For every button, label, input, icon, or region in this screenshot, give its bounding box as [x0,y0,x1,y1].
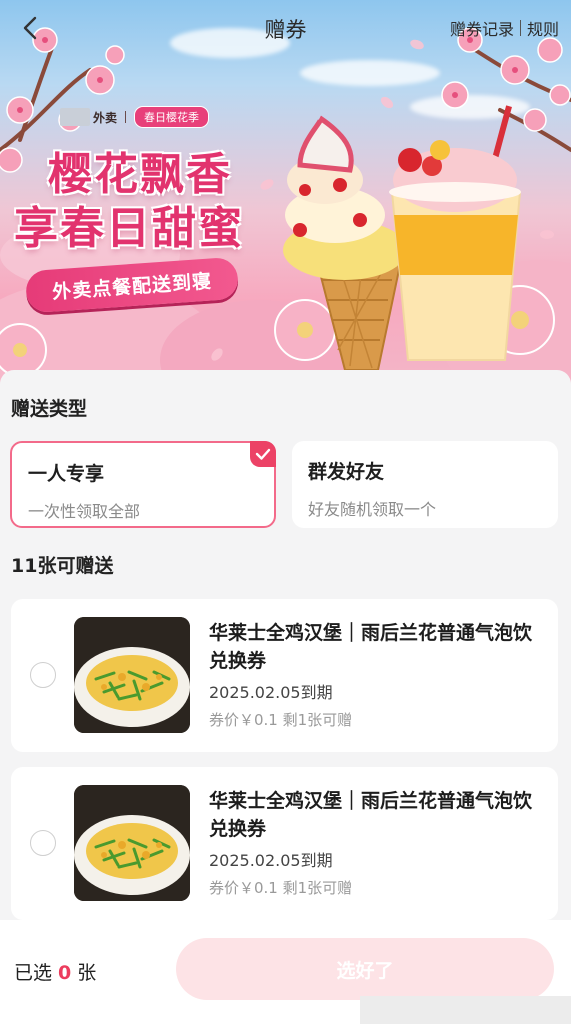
drink-cup-illustration [389,105,522,361]
coupon-radio[interactable] [30,830,56,856]
coupon-title: 华莱士全鸡汉堡｜雨后兰花普通气泡饮 兑换券 [209,790,533,840]
coupon-expiry: 2025.02.05到期 [209,851,333,870]
coupon-radio[interactable] [30,662,56,688]
nav-actions: 赠券记录 规则 [450,16,559,40]
selected-count-value: 0 [58,962,72,984]
option-name: 一人专享 [28,463,105,485]
top-nav-bar: 赠券 赠券记录 规则 [0,0,571,56]
coupon-thumbnail [74,617,190,733]
coupon-title: 华莱士全鸡汉堡｜雨后兰花普通气泡饮 兑换券 [209,622,533,672]
brand-row: 外卖 春日樱花季 [60,106,210,128]
confirm-button[interactable]: 选好了 [176,938,554,1000]
coupon-thumbnail [74,785,190,901]
selected-prefix: 已选 [14,962,53,984]
brand-logo [60,108,90,126]
divider [125,111,127,123]
selected-badge [250,441,276,467]
gift-type-option-group[interactable]: 群发好友 好友随机领取一个 [292,441,558,528]
coupon-expiry: 2025.02.05到期 [209,683,333,702]
promo-banner[interactable]: 外卖 春日樱花季 樱花飘香 享春日甜蜜 外卖点餐配送到寝 赠券 赠券记录 规则 [0,0,571,385]
coupon-meta: 券价￥0.1 剩1张可赠 [209,879,353,897]
option-desc: 一次性领取全部 [28,502,141,521]
gift-type-option-single[interactable]: 一人专享 一次性领取全部 [10,441,276,528]
selected-suffix: 张 [77,962,97,984]
coupon-item[interactable]: 华莱士全鸡汉堡｜雨后兰花普通气泡饮 兑换券 2025.02.05到期 券价￥0.… [11,599,558,752]
home-indicator [360,996,571,1024]
selected-count: 已选 0 张 [14,958,96,985]
divider [519,20,521,36]
banner-slogan-line2: 享春日甜蜜 [14,203,244,254]
available-count-title: 11张可赠送 [11,555,114,577]
brand-name: 外卖 [93,110,118,125]
coupon-item[interactable]: 华莱士全鸡汉堡｜雨后兰花普通气泡饮 兑换券 2025.02.05到期 券价￥0.… [11,767,558,920]
rules-link[interactable]: 规则 [527,16,559,40]
check-icon [255,448,271,460]
season-tag: 春日樱花季 [134,106,210,128]
option-name: 群发好友 [308,461,385,483]
option-desc: 好友随机领取一个 [308,500,437,519]
coupon-meta: 券价￥0.1 剩1张可赠 [209,711,353,729]
gift-type-title: 赠送类型 [11,398,88,420]
coupon-records-link[interactable]: 赠券记录 [450,16,514,40]
